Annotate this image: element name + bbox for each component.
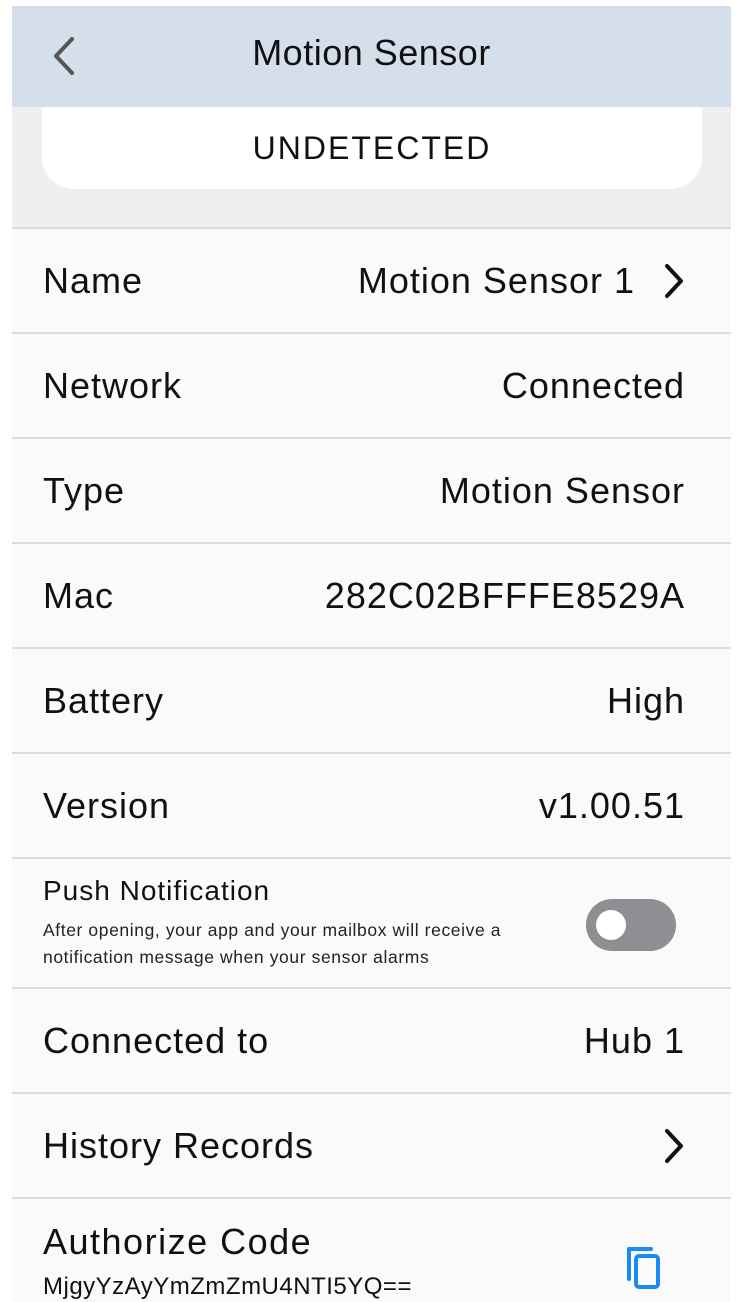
- version-value: v1.00.51: [538, 784, 685, 826]
- mac-label: Mac: [43, 574, 115, 616]
- mac-value: 282C02BFFFE8529A: [324, 574, 685, 616]
- mac-row: Mac 282C02BFFFE8529A: [12, 542, 731, 647]
- authorize-code-label: Authorize Code: [43, 1221, 313, 1262]
- network-row: Network Connected: [12, 332, 731, 437]
- version-label: Version: [43, 784, 171, 826]
- authorize-code-value: MjgyYzAyYmZmZmU4NTI5YQ==: [43, 1273, 412, 1300]
- navigation-bar: Motion Sensor: [12, 6, 731, 107]
- network-value: Connected: [501, 364, 685, 406]
- authorize-code-row: Authorize Code MjgyYzAyYmZmZmU4NTI5YQ==: [12, 1197, 731, 1302]
- type-value: Motion Sensor: [439, 469, 685, 511]
- detection-status-badge: UNDETECTED: [42, 107, 702, 189]
- push-notification-title: Push Notification: [43, 875, 271, 906]
- page-title: Motion Sensor: [252, 32, 491, 73]
- battery-label: Battery: [43, 679, 165, 721]
- status-area: UNDETECTED: [12, 107, 731, 227]
- copy-icon: [627, 1247, 660, 1289]
- push-notification-description: After opening, your app and your mailbox…: [43, 920, 502, 967]
- connected-to-row: Connected to Hub 1: [12, 987, 731, 1092]
- push-notification-text: Push Notification After opening, your ap…: [43, 875, 573, 971]
- battery-row: Battery High: [12, 647, 731, 752]
- name-row[interactable]: Name Motion Sensor 1: [12, 227, 731, 332]
- type-label: Type: [43, 469, 126, 511]
- history-records-label: History Records: [43, 1124, 315, 1166]
- toggle-knob: [596, 910, 626, 940]
- name-value: Motion Sensor 1: [357, 259, 635, 301]
- authorize-code-text: Authorize Code MjgyYzAyYmZmZmU4NTI5YQ==: [43, 1221, 412, 1301]
- screen: Motion Sensor UNDETECTED Name Motion Sen…: [12, 6, 731, 1302]
- push-notification-toggle[interactable]: [586, 899, 676, 951]
- chevron-right-icon: [663, 1128, 685, 1164]
- network-label: Network: [43, 364, 183, 406]
- history-records-row[interactable]: History Records: [12, 1092, 731, 1197]
- type-row: Type Motion Sensor: [12, 437, 731, 542]
- name-label: Name: [43, 259, 144, 301]
- copy-button[interactable]: [623, 1243, 663, 1291]
- version-row: Version v1.00.51: [12, 752, 731, 857]
- device-info-list: Name Motion Sensor 1 Network Connected T…: [12, 227, 731, 1302]
- battery-value: High: [606, 679, 685, 721]
- name-value-group: Motion Sensor 1: [358, 260, 685, 302]
- push-notification-row: Push Notification After opening, your ap…: [12, 857, 731, 987]
- chevron-right-icon: [663, 263, 685, 299]
- connected-to-label: Connected to: [43, 1019, 270, 1061]
- connected-to-value: Hub 1: [583, 1019, 685, 1061]
